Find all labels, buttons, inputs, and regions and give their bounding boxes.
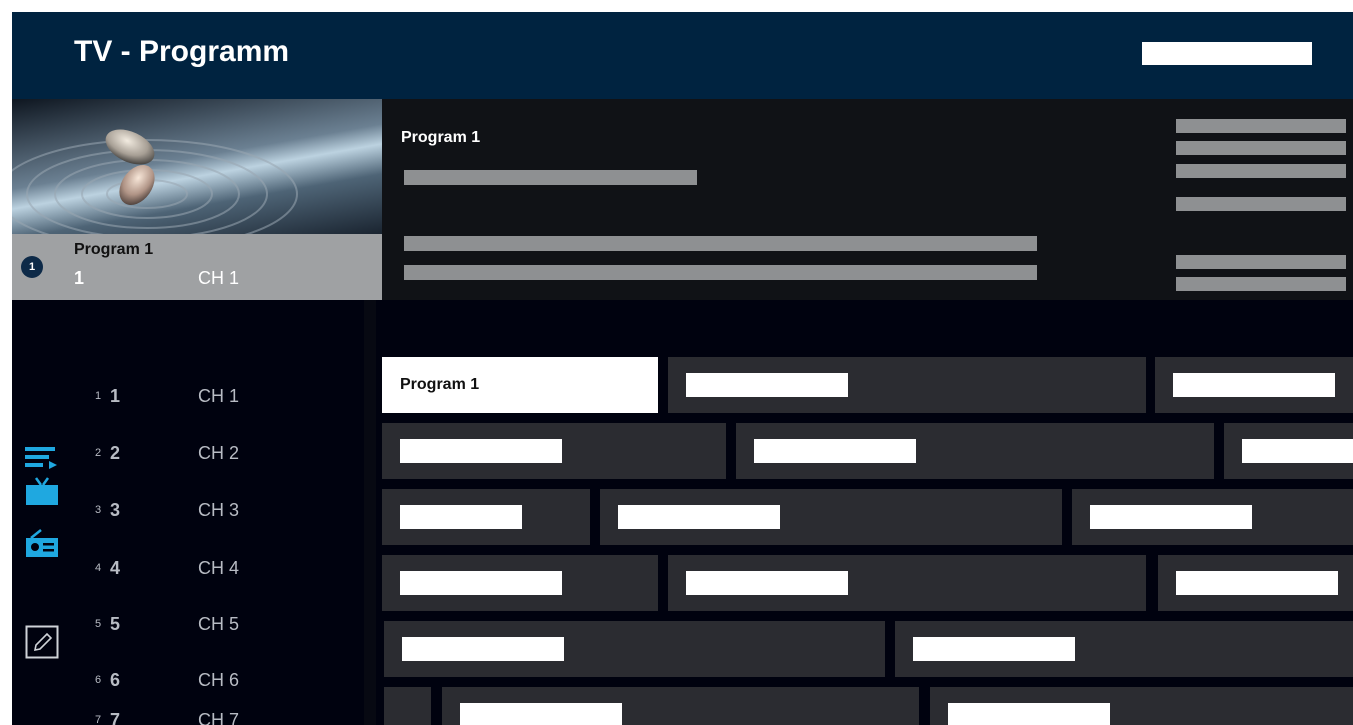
program-cell[interactable]: [668, 555, 1146, 611]
program-cell[interactable]: [1158, 555, 1353, 611]
program-cell[interactable]: [895, 621, 1353, 677]
channel-index: 2: [95, 447, 102, 459]
channel-row[interactable]: 1 1 CH 1: [12, 386, 364, 426]
program-cell[interactable]: [382, 489, 590, 545]
info-meta-line: [1176, 119, 1346, 133]
program-title-placeholder: [1242, 439, 1353, 463]
program-cell[interactable]: [384, 621, 885, 677]
info-text-line: [404, 265, 1037, 280]
channel-name: CH 6: [198, 670, 240, 690]
channel-name: CH 3: [198, 500, 240, 520]
current-channel-bar: 1 Program 1 1 CH 1: [12, 234, 382, 300]
program-cell[interactable]: [1072, 489, 1353, 545]
program-title-placeholder: [1176, 571, 1338, 595]
channel-name: CH 2: [198, 443, 240, 463]
current-channel-name: CH 1: [198, 268, 240, 288]
channel-name: CH 4: [198, 558, 240, 578]
program-title-placeholder: [400, 439, 562, 463]
info-meta-line: [1176, 277, 1346, 291]
channel-index: 7: [95, 714, 102, 725]
tv-guide-screen: TV - Programm 1 Program 1 1 CH 1 Program…: [12, 12, 1353, 725]
program-title-placeholder: [754, 439, 916, 463]
info-meta-line: [1176, 141, 1346, 155]
program-cell[interactable]: [930, 687, 1353, 725]
program-cell[interactable]: [1155, 357, 1353, 413]
channel-badge: 1: [21, 256, 43, 278]
channel-list-panel: 1 1 CH 1 2 2 CH 2 3 3 CH 3 4 4 CH 4 5 5 …: [12, 300, 364, 725]
preview-thumbnail: [12, 99, 382, 234]
program-title-placeholder: [686, 571, 848, 595]
panel-divider: [364, 300, 376, 725]
channel-row[interactable]: 2 2 CH 2: [12, 443, 364, 483]
program-cell-label: Program 1: [400, 376, 480, 393]
program-title-placeholder: [913, 637, 1075, 661]
channel-number: 5: [110, 614, 121, 634]
program-title-placeholder: [402, 637, 564, 661]
program-cell-selected[interactable]: Program 1: [382, 357, 658, 413]
channel-number: 1: [110, 386, 121, 406]
info-program-title: Program 1: [401, 129, 481, 146]
channel-index: 6: [95, 674, 102, 686]
channel-number: 4: [110, 558, 121, 578]
program-guide-grid: Program 1: [376, 300, 1353, 725]
program-info-panel: Program 1: [382, 99, 1353, 300]
info-meta-line: [1176, 255, 1346, 269]
info-text-line: [404, 170, 697, 185]
channel-name: CH 7: [198, 710, 240, 725]
channel-row[interactable]: 7 7 CH 7: [12, 710, 364, 725]
info-meta-line: [1176, 197, 1346, 211]
program-cell[interactable]: [1224, 423, 1353, 479]
channel-name: CH 1: [198, 386, 240, 406]
channel-number: 6: [110, 670, 121, 690]
channel-index: 4: [95, 562, 102, 574]
program-title-placeholder: [400, 505, 522, 529]
current-channel-number: 1: [74, 268, 85, 288]
program-title-placeholder: [1090, 505, 1252, 529]
header-clock-placeholder: [1142, 42, 1312, 65]
channel-number: 3: [110, 500, 121, 520]
program-title-placeholder: [618, 505, 780, 529]
channel-row[interactable]: 5 5 CH 5: [12, 614, 364, 654]
program-cell[interactable]: [600, 489, 1062, 545]
channel-row[interactable]: 4 4 CH 4: [12, 558, 364, 598]
info-meta-line: [1176, 164, 1346, 178]
program-title-placeholder: [948, 703, 1110, 725]
program-cell[interactable]: [382, 423, 726, 479]
channel-number: 7: [110, 710, 121, 725]
program-cell[interactable]: [384, 687, 431, 725]
channel-number: 2: [110, 443, 121, 463]
program-cell[interactable]: [668, 357, 1146, 413]
program-title-placeholder: [400, 571, 562, 595]
channel-index: 3: [95, 504, 102, 516]
info-text-line: [404, 236, 1037, 251]
program-title-placeholder: [1173, 373, 1335, 397]
header: TV - Programm: [12, 12, 1353, 99]
channel-row[interactable]: 3 3 CH 3: [12, 500, 364, 540]
channel-index: 5: [95, 618, 102, 630]
program-title-placeholder: [460, 703, 622, 725]
current-program-name: Program 1: [74, 241, 154, 258]
program-title-placeholder: [686, 373, 848, 397]
program-cell[interactable]: [442, 687, 919, 725]
channel-index: 1: [95, 390, 102, 402]
program-cell[interactable]: [736, 423, 1214, 479]
channel-row[interactable]: 6 6 CH 6: [12, 670, 364, 710]
program-cell[interactable]: [382, 555, 658, 611]
channel-name: CH 5: [198, 614, 240, 634]
page-title: TV - Programm: [74, 35, 290, 68]
